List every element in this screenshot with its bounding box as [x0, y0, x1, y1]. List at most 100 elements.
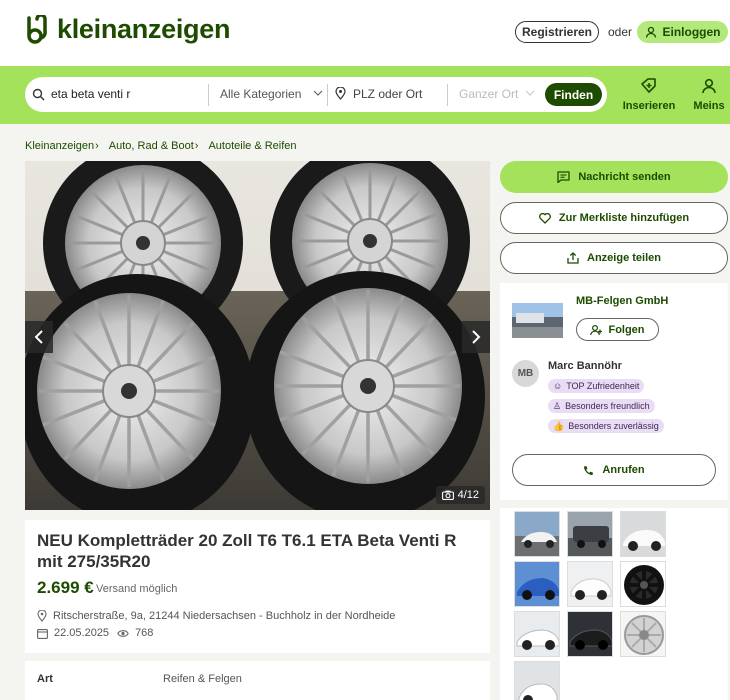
thumbnail[interactable]: [514, 511, 560, 557]
divider: [208, 84, 209, 106]
shipping-info: Versand möglich: [96, 583, 178, 595]
ad-views: 768: [135, 627, 154, 639]
shop-logo[interactable]: [512, 303, 563, 338]
breadcrumb: Kleinanzeigen› Auto, Rad & Boot› Autotei…: [25, 140, 297, 152]
share-label: Anzeige teilen: [587, 252, 661, 264]
share-button[interactable]: Anzeige teilen: [500, 242, 728, 274]
badge-label: Besonders freundlich: [565, 401, 650, 411]
badge-top-satisfaction: ☺ TOP Zufriedenheit: [548, 379, 645, 393]
phone-icon: [584, 465, 594, 475]
heart-icon: [539, 212, 551, 224]
avatar[interactable]: MB: [512, 360, 539, 387]
thumbnail-image: [621, 562, 665, 606]
handshake-icon: ♙: [553, 400, 562, 411]
divider: [327, 84, 328, 106]
seller-card: MB-Felgen GmbH Folgen MB Marc Bannöhr ☺ …: [500, 283, 728, 500]
calendar-icon: [37, 628, 48, 639]
thumbnail[interactable]: [620, 561, 666, 607]
shop-photo: [512, 303, 563, 338]
follow-user-icon: [590, 324, 603, 335]
radius-select[interactable]: Ganzer Ort: [459, 87, 518, 101]
chat-icon: [557, 171, 570, 183]
search-input[interactable]: eta beta venti r: [51, 87, 130, 101]
post-ad-icon: [641, 78, 656, 93]
ad-info-card: NEU Kompletträder 20 Zoll T6 T6.1 ETA Be…: [25, 520, 490, 653]
nav-post-ad[interactable]: Inserieren: [622, 78, 676, 112]
logo-icon: [27, 14, 47, 44]
image-gallery[interactable]: 4/12: [25, 161, 490, 510]
thumbnail-image: [515, 662, 559, 700]
ad-location: Ritscherstraße, 9a, 21244 Niedersachsen …: [37, 610, 395, 622]
badge-reliable: 👍 Besonders zuverlässig: [548, 419, 664, 433]
ad-details: Art Reifen & Felgen: [25, 661, 490, 700]
badge-label: Besonders zuverlässig: [568, 421, 659, 431]
user-icon: [702, 78, 716, 94]
ad-meta: 22.05.2025 768: [37, 627, 153, 639]
eye-icon: [117, 629, 129, 637]
nav-mine[interactable]: Meins: [688, 78, 730, 112]
thumbnail-image: [515, 512, 559, 556]
location-input[interactable]: PLZ oder Ort: [353, 87, 422, 101]
thumbnail[interactable]: [514, 561, 560, 607]
thumbnail-image: [568, 562, 612, 606]
image-counter: 4/12: [435, 486, 485, 504]
breadcrumb-item[interactable]: Kleinanzeigen›: [25, 140, 99, 152]
follow-button[interactable]: Folgen: [576, 318, 659, 341]
gallery-prev-button[interactable]: [25, 321, 53, 353]
search-form: eta beta venti r Alle Kategorien PLZ ode…: [25, 77, 607, 112]
register-button[interactable]: Registrieren: [515, 21, 599, 43]
ad-address: Ritscherstraße, 9a, 21244 Niedersachsen …: [53, 610, 396, 622]
detail-key: Art: [37, 673, 53, 685]
thumbnail[interactable]: [567, 611, 613, 657]
user-icon: [645, 26, 656, 38]
thumbnail-image: [515, 562, 559, 606]
watchlist-label: Zur Merkliste hinzufügen: [558, 212, 690, 224]
logo[interactable]: kleinanzeigen: [25, 14, 230, 45]
chevron-left-icon: [34, 330, 43, 344]
chevron-right-icon: ›: [95, 140, 99, 152]
gallery-thumbnails: [500, 508, 728, 700]
category-select[interactable]: Alle Kategorien: [220, 87, 301, 101]
search-bar: eta beta venti r Alle Kategorien PLZ ode…: [0, 66, 730, 124]
thumbnail[interactable]: [567, 561, 613, 607]
thumbnail[interactable]: [620, 511, 666, 557]
follow-label: Folgen: [608, 323, 645, 336]
chevron-right-icon: ›: [194, 140, 199, 152]
find-button[interactable]: Finden: [545, 83, 602, 106]
logo-text: kleinanzeigen: [57, 14, 231, 44]
chevron-down-icon[interactable]: [313, 88, 323, 98]
thumbs-up-icon: 👍: [553, 420, 565, 431]
seller-name[interactable]: Marc Bannöhr: [548, 360, 622, 372]
thumbnail-image: [621, 612, 665, 656]
location-pin-icon: [335, 87, 346, 100]
share-icon: [567, 252, 579, 264]
send-message-label: Nachricht senden: [578, 171, 671, 183]
login-button[interactable]: Einloggen: [637, 21, 728, 43]
location-pin-icon: [37, 610, 47, 622]
divider: [447, 84, 448, 106]
smiley-icon: ☺: [553, 381, 563, 391]
thumbnail[interactable]: [620, 611, 666, 657]
breadcrumb-item[interactable]: Auto, Rad & Boot›: [109, 140, 199, 152]
nav-mine-label: Meins: [693, 100, 725, 112]
breadcrumb-item[interactable]: Autoteile & Reifen: [208, 140, 296, 152]
detail-value: Reifen & Felgen: [163, 673, 242, 685]
chevron-down-icon[interactable]: [525, 88, 535, 98]
shop-name[interactable]: MB-Felgen GmbH: [576, 295, 668, 307]
or-label: oder: [608, 25, 633, 39]
login-label: Einloggen: [662, 25, 721, 39]
call-button[interactable]: Anrufen: [512, 454, 716, 486]
thumbnail[interactable]: [514, 661, 560, 700]
thumbnail-image: [621, 512, 665, 556]
camera-icon: [441, 490, 454, 500]
wheels-photo: [25, 161, 490, 510]
badge-label: TOP Zufriedenheit: [566, 381, 640, 391]
send-message-button[interactable]: Nachricht senden: [500, 161, 728, 193]
search-icon: [32, 88, 45, 101]
watchlist-button[interactable]: Zur Merkliste hinzufügen: [500, 202, 728, 234]
ad-price: 2.699 €: [37, 578, 94, 597]
call-label: Anrufen: [602, 464, 645, 476]
thumbnail[interactable]: [567, 511, 613, 557]
thumbnail[interactable]: [514, 611, 560, 657]
gallery-next-button[interactable]: [462, 321, 490, 353]
